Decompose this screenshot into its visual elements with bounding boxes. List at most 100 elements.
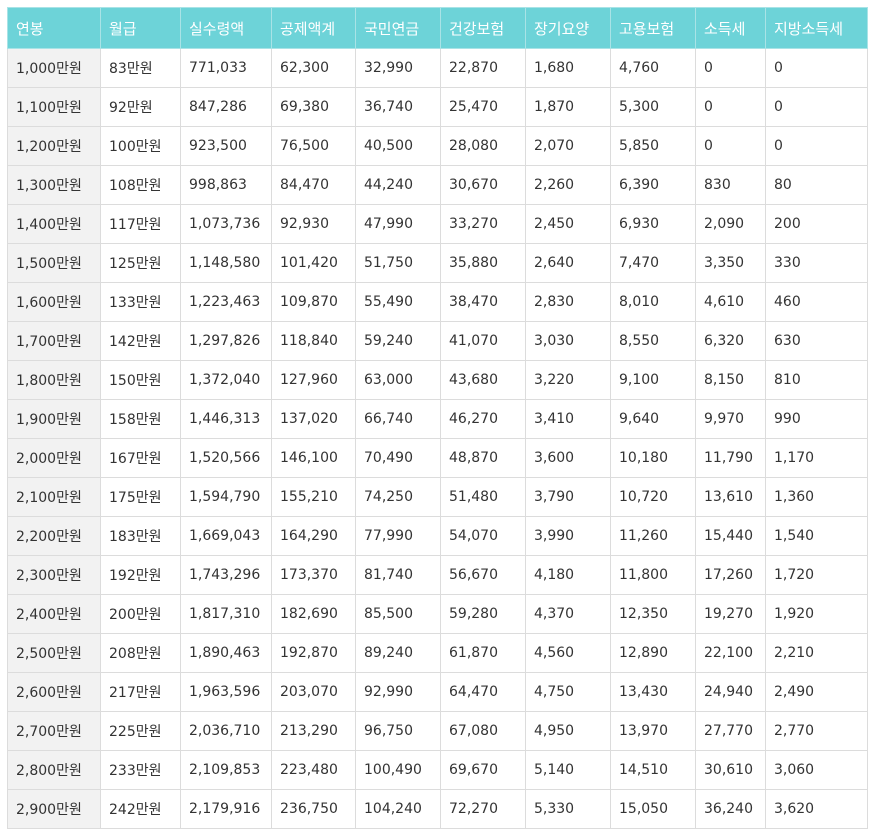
- table-row: 2,500만원 208만원 1,890,463 192,870 89,240 61,870…: [7, 633, 868, 673]
- table-cell: 1,600만원: [7, 282, 101, 322]
- table-cell: 92만원: [100, 87, 181, 127]
- net-pay-header: 실수령액: [180, 7, 272, 49]
- table-cell: 2,500만원: [7, 633, 101, 673]
- national-pension-header: 국민연금: [355, 7, 441, 49]
- table-cell: 2,200만원: [7, 516, 101, 556]
- table-cell: 217만원: [100, 672, 181, 712]
- table-cell: 830: [695, 165, 766, 205]
- table-cell: 48,870: [440, 438, 526, 478]
- table-cell: 2,400만원: [7, 594, 101, 634]
- table-cell: 92,930: [271, 204, 356, 244]
- table-cell: 771,033: [180, 48, 272, 88]
- table-row: 1,800만원 150만원 1,372,040 127,960 63,000 43,680…: [7, 360, 868, 400]
- table-cell: 460: [765, 282, 868, 322]
- local-income-tax-header: 지방소득세: [765, 7, 868, 49]
- table-cell: 8,550: [610, 321, 696, 361]
- table-cell: 4,610: [695, 282, 766, 322]
- table-cell: 81,740: [355, 555, 441, 595]
- table-cell: 0: [765, 48, 868, 88]
- table-cell: 150만원: [100, 360, 181, 400]
- table-cell: 51,480: [440, 477, 526, 517]
- table-cell: 59,280: [440, 594, 526, 634]
- table-cell: 25,470: [440, 87, 526, 127]
- table-cell: 630: [765, 321, 868, 361]
- table-cell: 89,240: [355, 633, 441, 673]
- table-cell: 1,720: [765, 555, 868, 595]
- table-cell: 155,210: [271, 477, 356, 517]
- table-cell: 17,260: [695, 555, 766, 595]
- table-cell: 69,670: [440, 750, 526, 790]
- table-row: 2,600만원 217만원 1,963,596 203,070 92,990 64,470…: [7, 672, 868, 712]
- table-cell: 92,990: [355, 672, 441, 712]
- table-cell: 192만원: [100, 555, 181, 595]
- table-cell: 47,990: [355, 204, 441, 244]
- table-cell: 223,480: [271, 750, 356, 790]
- table-cell: 13,610: [695, 477, 766, 517]
- table-cell: 192,870: [271, 633, 356, 673]
- table-cell: 1,700만원: [7, 321, 101, 361]
- salary-table-container: 연봉 월급 실수령액 공제액계 국민연금 건강보험 장기요양 고용보험 소득세 지방소득세 1,0…: [7, 7, 868, 829]
- table-cell: 108만원: [100, 165, 181, 205]
- table-row: 1,700만원 142만원 1,297,826 118,840 59,240 41,070…: [7, 321, 868, 361]
- table-cell: 2,000만원: [7, 438, 101, 478]
- table-cell: 3,350: [695, 243, 766, 283]
- table-cell: 30,670: [440, 165, 526, 205]
- table-cell: 2,036,710: [180, 711, 272, 751]
- table-cell: 1,870: [525, 87, 611, 127]
- monthly-salary-header: 월급: [100, 7, 181, 49]
- table-cell: 104,240: [355, 789, 441, 829]
- table-cell: 2,070: [525, 126, 611, 166]
- table-cell: 1,963,596: [180, 672, 272, 712]
- table-cell: 5,330: [525, 789, 611, 829]
- table-cell: 69,380: [271, 87, 356, 127]
- table-cell: 1,148,580: [180, 243, 272, 283]
- table-row: 1,400만원 117만원 1,073,736 92,930 47,990 33,270 2…: [7, 204, 868, 244]
- table-cell: 32,990: [355, 48, 441, 88]
- table-cell: 12,350: [610, 594, 696, 634]
- table-cell: 2,800만원: [7, 750, 101, 790]
- table-row: 2,300만원 192만원 1,743,296 173,370 81,740 56,670…: [7, 555, 868, 595]
- table-cell: 127,960: [271, 360, 356, 400]
- table-cell: 11,800: [610, 555, 696, 595]
- table-cell: 100,490: [355, 750, 441, 790]
- table-cell: 3,410: [525, 399, 611, 439]
- table-cell: 55,490: [355, 282, 441, 322]
- table-cell: 36,740: [355, 87, 441, 127]
- table-cell: 1,297,826: [180, 321, 272, 361]
- table-cell: 6,320: [695, 321, 766, 361]
- table-cell: 1,920: [765, 594, 868, 634]
- table-cell: 847,286: [180, 87, 272, 127]
- table-row: 2,200만원 183만원 1,669,043 164,290 77,990 54,070…: [7, 516, 868, 556]
- table-cell: 990: [765, 399, 868, 439]
- table-cell: 233만원: [100, 750, 181, 790]
- table-cell: 28,080: [440, 126, 526, 166]
- table-cell: 1,500만원: [7, 243, 101, 283]
- table-cell: 4,760: [610, 48, 696, 88]
- table-cell: 1,223,463: [180, 282, 272, 322]
- table-cell: 1,200만원: [7, 126, 101, 166]
- table-cell: 5,300: [610, 87, 696, 127]
- table-cell: 1,680: [525, 48, 611, 88]
- table-cell: 100만원: [100, 126, 181, 166]
- table-cell: 72,270: [440, 789, 526, 829]
- table-cell: 51,750: [355, 243, 441, 283]
- table-row: 1,900만원 158만원 1,446,313 137,020 66,740 46,270…: [7, 399, 868, 439]
- table-cell: 175만원: [100, 477, 181, 517]
- table-cell: 2,260: [525, 165, 611, 205]
- table-cell: 1,073,736: [180, 204, 272, 244]
- table-cell: 183만원: [100, 516, 181, 556]
- table-cell: 83만원: [100, 48, 181, 88]
- table-cell: 3,600: [525, 438, 611, 478]
- table-cell: 66,740: [355, 399, 441, 439]
- table-cell: 4,750: [525, 672, 611, 712]
- table-cell: 208만원: [100, 633, 181, 673]
- table-cell: 61,870: [440, 633, 526, 673]
- table-cell: 1,400만원: [7, 204, 101, 244]
- table-header: 연봉 월급 실수령액 공제액계 국민연금 건강보험 장기요양 고용보험 소득세 지방소득세: [7, 7, 868, 49]
- table-cell: 2,210: [765, 633, 868, 673]
- table-row: 2,100만원 175만원 1,594,790 155,210 74,250 51,480…: [7, 477, 868, 517]
- health-insurance-header: 건강보험: [440, 7, 526, 49]
- table-cell: 1,540: [765, 516, 868, 556]
- table-cell: 46,270: [440, 399, 526, 439]
- table-cell: 2,100만원: [7, 477, 101, 517]
